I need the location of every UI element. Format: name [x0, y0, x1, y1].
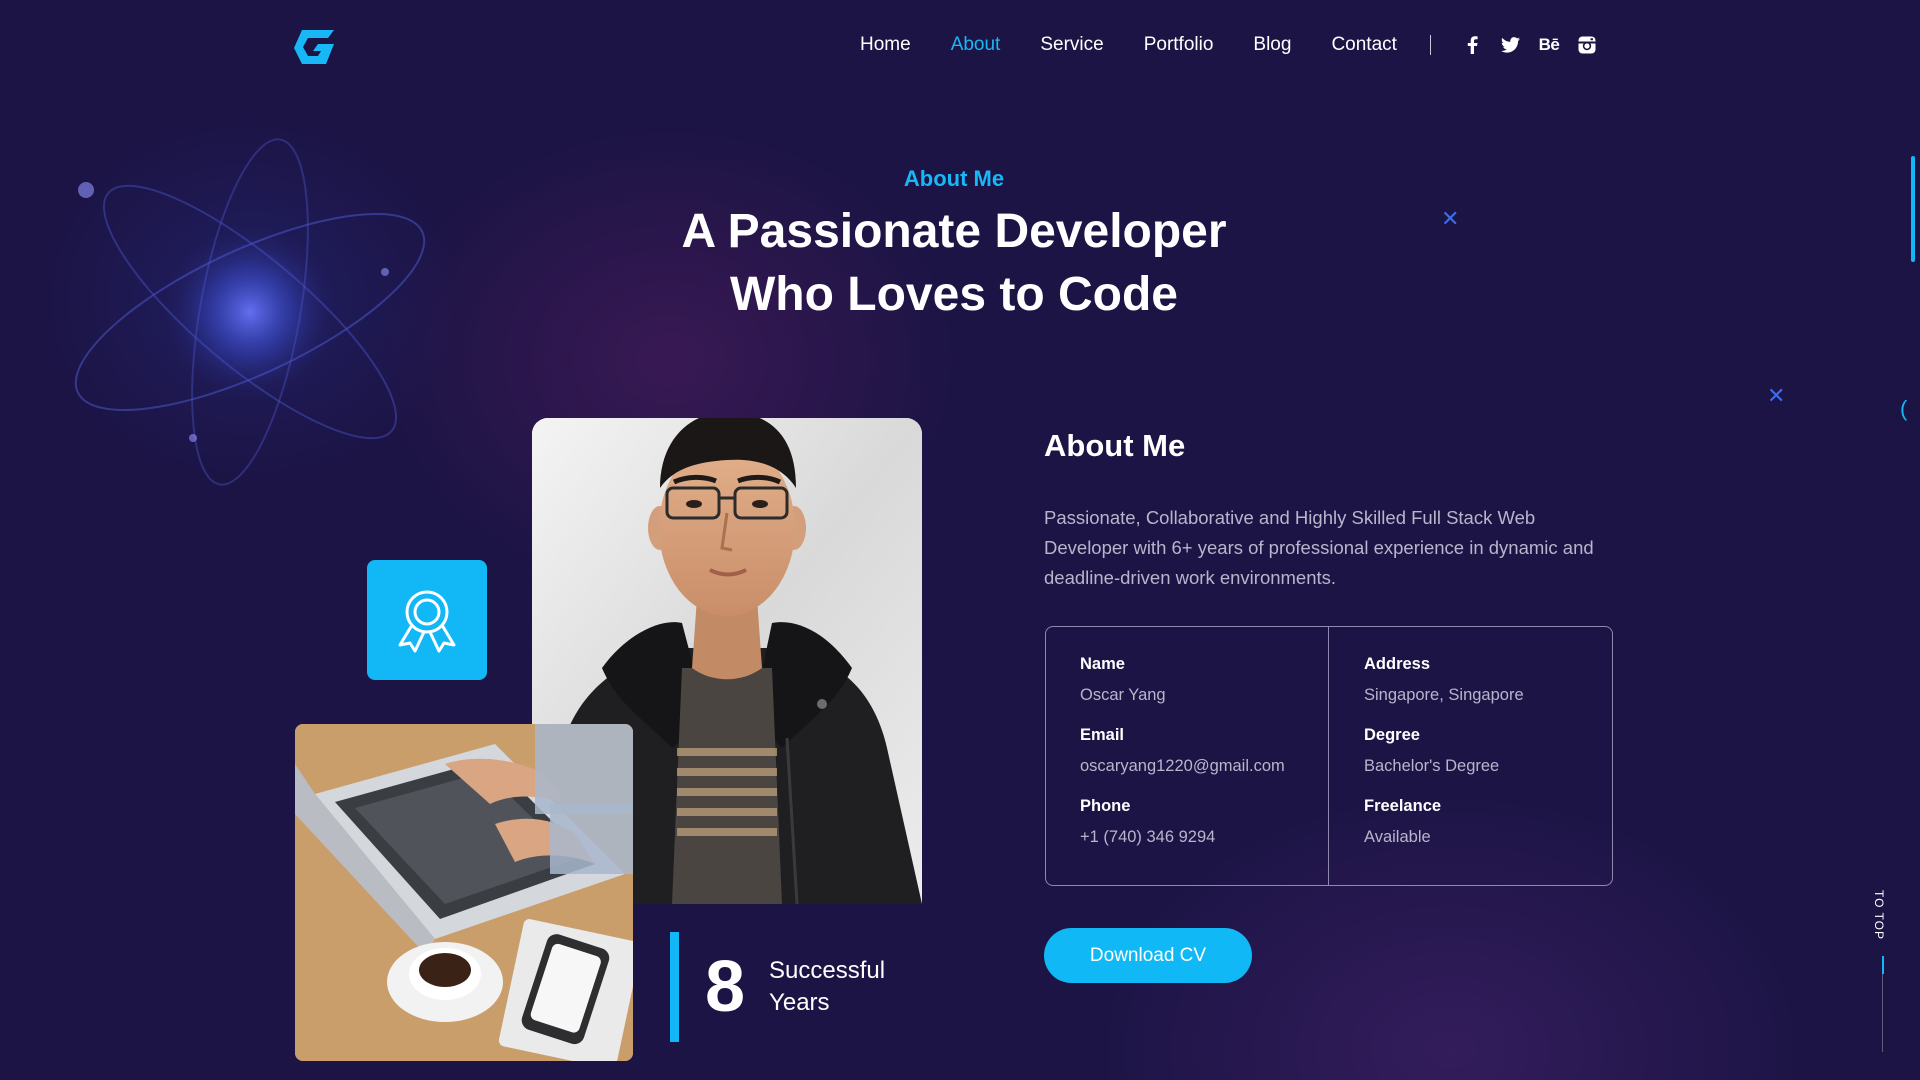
info-label: Name — [1080, 655, 1125, 673]
info-label: Degree — [1364, 726, 1420, 744]
about-heading: About Me — [1044, 428, 1186, 463]
info-value: Oscar Yang — [1080, 686, 1166, 704]
nav-portfolio[interactable]: Portfolio — [1144, 34, 1214, 56]
info-label: Address — [1364, 655, 1431, 673]
info-item-name: Name Oscar Yang — [1080, 655, 1328, 705]
about-paragraph: Passionate, Collaborative and Highly Ski… — [1044, 507, 1594, 588]
info-label: Phone — [1080, 797, 1131, 815]
info-card: Name Oscar Yang Email oscaryang1220@gmai… — [1045, 626, 1613, 886]
info-column-right: Address Singapore, Singapore Degree Bach… — [1328, 627, 1612, 885]
info-item-email: Email oscaryang1220@gmail.com — [1080, 726, 1328, 776]
info-item-address: Address Singapore, Singapore — [1364, 655, 1612, 705]
facebook-icon[interactable] — [1463, 35, 1483, 55]
nav-service[interactable]: Service — [1040, 34, 1103, 56]
years-number: 8 — [705, 947, 746, 1027]
info-value: Available — [1364, 828, 1431, 846]
award-ribbon-icon — [398, 590, 456, 653]
download-cv-button[interactable]: Download CV — [1044, 928, 1252, 983]
section-title: A Passionate Developer Who Loves to Code — [0, 200, 1908, 326]
section-title-line-2: Who Loves to Code — [730, 268, 1178, 321]
section-kicker: About Me — [903, 166, 1005, 191]
info-column-left: Name Oscar Yang Email oscaryang1220@gmai… — [1046, 627, 1328, 885]
side-bracket-mark: ( — [1900, 396, 1908, 421]
laptop-desk-illustration — [295, 724, 633, 1061]
instagram-icon[interactable] — [1577, 35, 1597, 55]
twitter-icon[interactable] — [1501, 35, 1521, 55]
info-label: Freelance — [1364, 797, 1442, 815]
scroll-progress-indicator[interactable] — [1911, 156, 1915, 262]
g-logo-icon[interactable] — [294, 28, 338, 68]
nav-blog[interactable]: Blog — [1253, 34, 1291, 56]
info-value[interactable]: oscaryang1220@gmail.com — [1080, 757, 1328, 776]
info-item-freelance: Freelance Available — [1364, 797, 1612, 847]
info-item-phone: Phone +1 (740) 346 9294 — [1080, 797, 1328, 847]
nav-contact[interactable]: Contact — [1331, 34, 1396, 56]
years-label: Successful Years — [769, 957, 886, 1016]
info-value: Singapore, Singapore — [1364, 686, 1524, 704]
to-top-label[interactable]: TO TOP — [1872, 890, 1886, 940]
info-value[interactable]: +1 (740) 346 9294 — [1080, 828, 1328, 847]
nav-home[interactable]: Home — [860, 34, 911, 56]
nav-about[interactable]: About — [951, 34, 1001, 56]
section-title-line-1: A Passionate Developer — [681, 205, 1227, 258]
laptop-work-photo — [295, 724, 633, 1061]
info-item-degree: Degree Bachelor's Degree — [1364, 726, 1612, 776]
main-nav: Home About Service Portfolio Blog Contac… — [860, 34, 1597, 56]
social-links: Bē — [1463, 35, 1597, 55]
info-label: Email — [1080, 726, 1125, 744]
nav-divider — [1429, 35, 1431, 55]
to-top-progress — [1882, 956, 1884, 974]
info-value: Bachelor's Degree — [1364, 757, 1500, 775]
sparkle-icon: ✕ — [1767, 383, 1786, 408]
behance-icon[interactable]: Bē — [1539, 35, 1560, 55]
award-badge — [367, 560, 487, 680]
about-page: ✕ ✕ Home About Service Portfolio Blog Co… — [0, 0, 1920, 1080]
to-top-control[interactable]: TO TOP — [1872, 890, 1892, 1052]
years-accent-bar — [670, 932, 679, 1042]
experience-years: 8 Successful Years — [670, 932, 909, 1042]
